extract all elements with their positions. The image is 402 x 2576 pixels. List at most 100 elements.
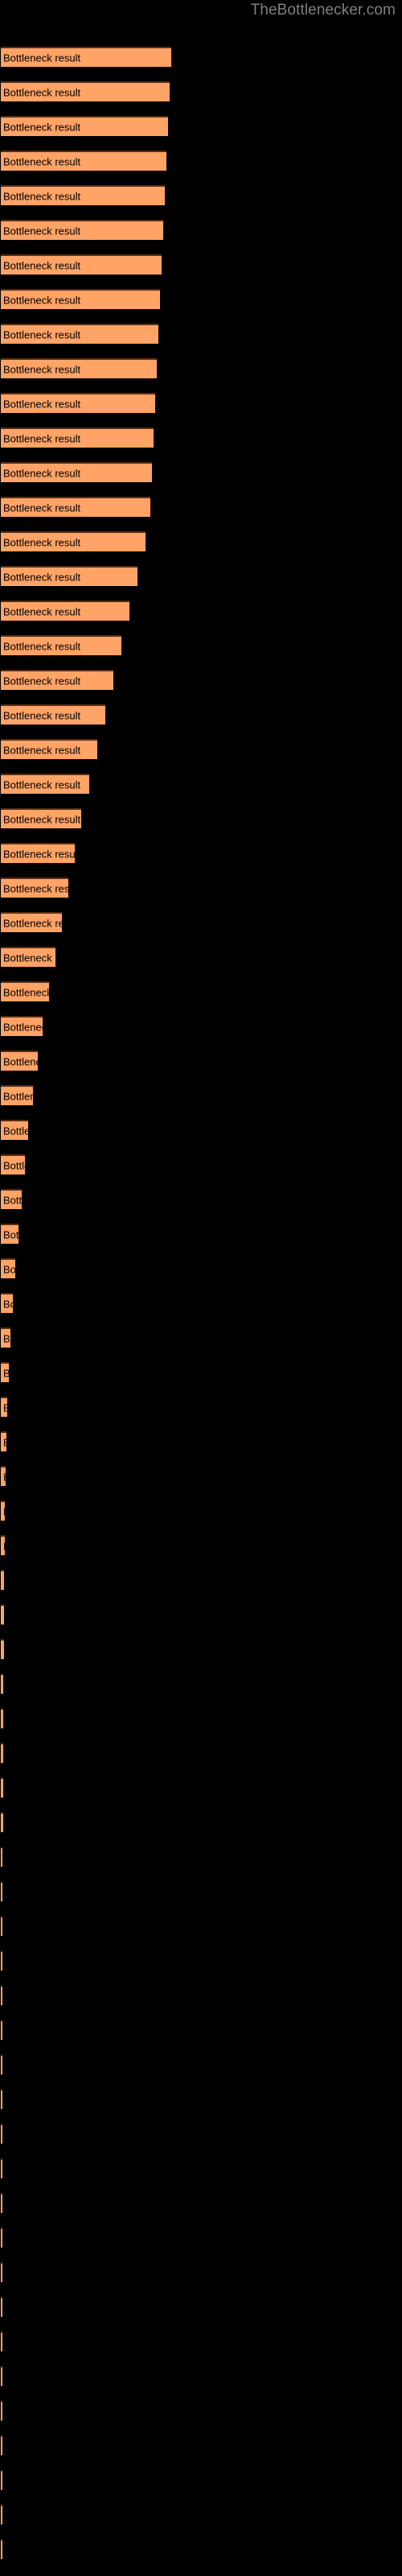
bar-36[interactable]: Bottleneck result [1,1258,15,1278]
bar-60[interactable]: Bottleneck result [1,2089,2,2109]
bar-row: Bottleneck result [0,2470,402,2491]
bar-34[interactable]: Bottleneck result [1,1189,22,1209]
bar-67[interactable]: Bottleneck result [1,2331,2,2351]
bar-44[interactable]: Bottleneck result [1,1535,5,1555]
bar-33[interactable]: Bottleneck result [1,1154,25,1174]
bar-28[interactable]: Bottleneck result [1,981,49,1001]
bar-69[interactable]: Bottleneck result [1,2401,2,2421]
bar-21[interactable]: Bottleneck result [1,739,97,759]
bar-row: Bottleneck result [0,1120,402,1141]
bar-57[interactable]: Bottleneck result [1,1985,2,2005]
bar-9[interactable]: Bottleneck result [1,324,158,344]
bar-5[interactable]: Bottleneck result [1,185,165,205]
bar-3[interactable]: Bottleneck result [1,116,168,136]
bar-54[interactable]: Bottleneck result [1,1881,2,1901]
bar-19[interactable]: Bottleneck result [1,670,113,690]
bar-label: Bottleneck result [3,432,81,444]
bar-39[interactable]: Bottleneck result [1,1362,9,1382]
bar-23[interactable]: Bottleneck result [1,808,81,828]
bar-62[interactable]: Bottleneck result [1,2158,2,2178]
bar-70[interactable]: Bottleneck result [1,2435,2,2455]
bar-25[interactable]: Bottleneck result [1,877,68,898]
bar-66[interactable]: Bottleneck result [1,2297,2,2317]
bar-row: Bottleneck result [0,1397,402,1418]
bar-46[interactable]: Bottleneck result [1,1604,4,1624]
bar-31[interactable]: Bottleneck result [1,1085,33,1105]
bar-32[interactable]: Bottleneck result [1,1120,28,1140]
bar-73[interactable]: Bottleneck result [1,2539,2,2559]
bar-29[interactable]: Bottleneck result [1,1016,43,1036]
bar-row: Bottleneck result [0,531,402,553]
bar-47[interactable]: Bottleneck result [1,1639,4,1659]
bar-row: Bottleneck result [0,1743,402,1765]
bar-38[interactable]: Bottleneck result [1,1327,10,1348]
bar-11[interactable]: Bottleneck result [1,393,155,413]
bar-48[interactable]: Bottleneck result [1,1674,3,1694]
bar-71[interactable]: Bottleneck result [1,2470,2,2490]
bar-43[interactable]: Bottleneck result [1,1501,5,1521]
bar-64[interactable]: Bottleneck result [1,2227,2,2248]
bar-12[interactable]: Bottleneck result [1,427,154,448]
bar-row: Bottleneck result [0,1016,402,1038]
bar-row: Bottleneck result [0,1604,402,1626]
bar-51[interactable]: Bottleneck result [1,1777,3,1798]
bar-row: Bottleneck result [0,1916,402,1938]
bar-59[interactable]: Bottleneck result [1,2054,2,2074]
bar-row: Bottleneck result [0,2227,402,2249]
bar-label: Bottleneck result [3,1471,6,1483]
bar-35[interactable]: Bottleneck result [1,1224,18,1244]
bar-row: Bottleneck result [0,2539,402,2561]
bar-50[interactable]: Bottleneck result [1,1743,3,1763]
bar-52[interactable]: Bottleneck result [1,1812,3,1832]
bar-15[interactable]: Bottleneck result [1,531,146,551]
bar-42[interactable]: Bottleneck result [1,1466,6,1486]
bar-label: Bottleneck result [3,1540,5,1552]
bar-row: Bottleneck result [0,2193,402,2215]
bar-40[interactable]: Bottleneck result [1,1397,7,1417]
bar-30[interactable]: Bottleneck result [1,1051,38,1071]
bar-row: Bottleneck result [0,1189,402,1211]
bar-label: Bottleneck result [3,1090,33,1102]
bar-72[interactable]: Bottleneck result [1,2504,2,2524]
bar-row: Bottleneck result [0,1708,402,1730]
bar-55[interactable]: Bottleneck result [1,1916,2,1936]
bar-row: Bottleneck result [0,1847,402,1868]
bar-row: Bottleneck result [0,2331,402,2353]
bar-6[interactable]: Bottleneck result [1,220,163,240]
bar-7[interactable]: Bottleneck result [1,254,162,275]
bar-row: Bottleneck result [0,2366,402,2388]
bar-13[interactable]: Bottleneck result [1,462,152,482]
bar-row: Bottleneck result [0,2262,402,2284]
bar-row: Bottleneck result [0,635,402,657]
bar-2[interactable]: Bottleneck result [1,81,170,101]
bar-20[interactable]: Bottleneck result [1,704,105,724]
bar-row: Bottleneck result [0,670,402,691]
bar-49[interactable]: Bottleneck result [1,1708,3,1728]
bar-24[interactable]: Bottleneck result [1,843,75,863]
bar-18[interactable]: Bottleneck result [1,635,121,655]
bar-14[interactable]: Bottleneck result [1,497,150,517]
bar-label: Bottleneck result [3,917,62,929]
bar-row: Bottleneck result [0,808,402,830]
bar-68[interactable]: Bottleneck result [1,2366,2,2386]
bar-4[interactable]: Bottleneck result [1,151,166,171]
bar-10[interactable]: Bottleneck result [1,358,157,378]
bar-row: Bottleneck result [0,1535,402,1557]
bar-65[interactable]: Bottleneck result [1,2262,2,2282]
bar-63[interactable]: Bottleneck result [1,2193,2,2213]
bar-27[interactable]: Bottleneck result [1,947,55,967]
bar-16[interactable]: Bottleneck result [1,566,137,586]
bar-1[interactable]: Bottleneck result [1,47,171,67]
bar-26[interactable]: Bottleneck result [1,912,62,932]
bar-56[interactable]: Bottleneck result [1,1951,2,1971]
bar-row: Bottleneck result [0,1327,402,1349]
bar-17[interactable]: Bottleneck result [1,601,129,621]
bar-8[interactable]: Bottleneck result [1,289,160,309]
bar-37[interactable]: Bottleneck result [1,1293,13,1313]
bar-58[interactable]: Bottleneck result [1,2020,2,2040]
bar-22[interactable]: Bottleneck result [1,774,89,794]
bar-45[interactable]: Bottleneck result [1,1570,4,1590]
bar-53[interactable]: Bottleneck result [1,1847,2,1867]
bar-41[interactable]: Bottleneck result [1,1431,6,1451]
bar-61[interactable]: Bottleneck result [1,2124,2,2144]
